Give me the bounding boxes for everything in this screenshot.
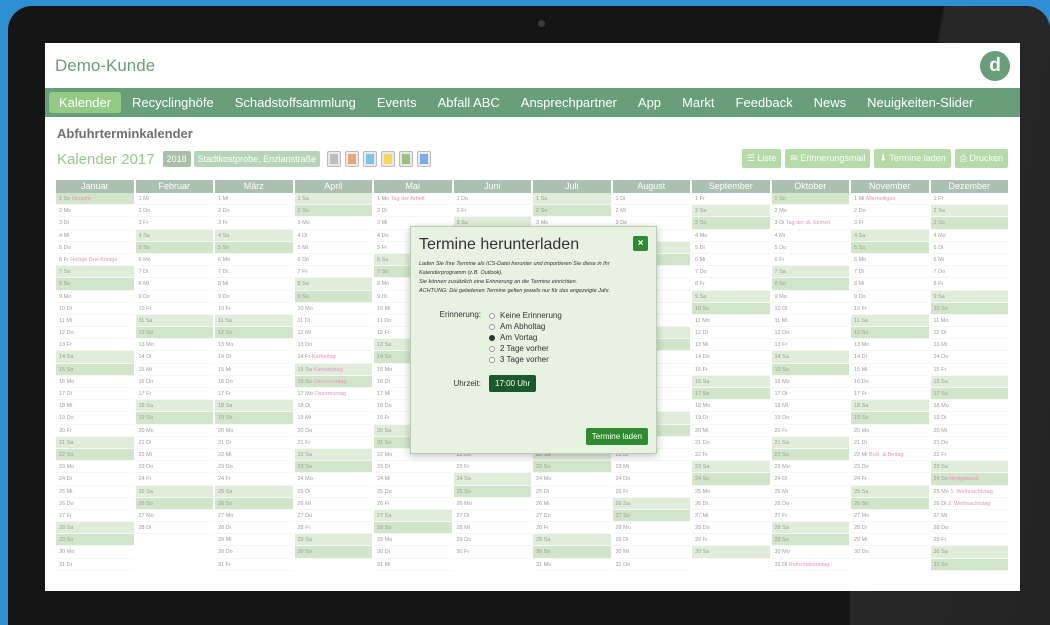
reminder-option-label: 3 Tage vorher xyxy=(500,355,549,364)
load-appointments-button[interactable]: Termine laden xyxy=(585,428,648,445)
radio-icon xyxy=(489,312,495,319)
reminder-option[interactable]: Am Vortag xyxy=(489,332,562,343)
reminder-option[interactable]: Keine Erinnerung xyxy=(489,310,562,321)
radio-icon xyxy=(489,323,495,330)
reminder-group: Erinnerung: Keine Erinnerung Am Abholtag A… xyxy=(419,310,648,365)
modal-text-3: ACHTUNG: Die geladenen Termine gelten je… xyxy=(419,288,611,294)
reminder-options: Keine Erinnerung Am Abholtag Am Vortag 2 Ta… xyxy=(489,310,562,365)
reminder-option[interactable]: 2 Tage vorher xyxy=(489,343,562,354)
time-select[interactable]: 17:00 Uhr xyxy=(489,375,537,392)
reminder-option-label: Am Abholtag xyxy=(500,322,546,331)
radio-icon xyxy=(489,345,495,352)
reminder-option-label: Keine Erinnerung xyxy=(500,311,562,320)
reminder-option[interactable]: Am Abholtag xyxy=(489,321,562,332)
radio-icon xyxy=(489,356,495,363)
download-modal: Termine herunterladen × Laden Sie Ihre T… xyxy=(410,226,657,454)
screen: Demo-Kunde d Kalender Recyclinghöfe Schads… xyxy=(45,43,1020,591)
camera-dot xyxy=(538,20,545,27)
radio-icon xyxy=(489,334,495,341)
reminder-option-label: Am Vortag xyxy=(500,333,538,342)
close-icon[interactable]: × xyxy=(633,236,648,251)
modal-text-2: Sie können zusätzlich eine Erinnerung an… xyxy=(419,279,578,285)
reminder-option-label: 2 Tage vorher xyxy=(500,344,549,353)
reminder-label: Erinnerung: xyxy=(439,310,481,319)
modal-title: Termine herunterladen xyxy=(419,236,580,253)
reminder-option[interactable]: 3 Tage vorher xyxy=(489,354,562,365)
time-group: Uhrzeit: 17:00 Uhr xyxy=(419,375,648,392)
modal-text-1: Laden Sie Ihre Termine als ICS-Datei her… xyxy=(419,261,610,276)
time-label: Uhrzeit: xyxy=(453,379,481,388)
